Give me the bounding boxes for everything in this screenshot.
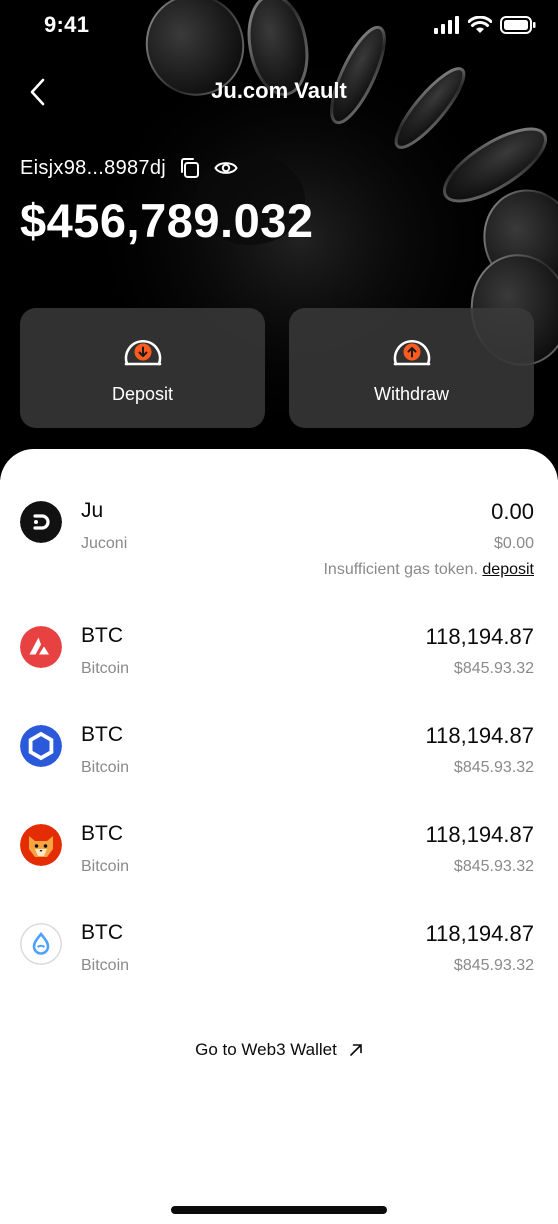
vault-header: 9:41 Ju.com Vault Eisjx98...8987dj $456,…: [0, 0, 558, 480]
asset-fiat-value: $845.93.32: [453, 759, 534, 776]
copy-button[interactable]: [178, 156, 202, 180]
battery-icon: [500, 16, 536, 34]
deposit-button[interactable]: Deposit: [20, 308, 265, 428]
asset-name: Bitcoin: [81, 660, 130, 677]
asset-fiat-value: $0.00: [493, 535, 534, 552]
withdraw-button[interactable]: Withdraw: [289, 308, 534, 428]
page-title: Ju.com Vault: [211, 78, 347, 103]
asset-row-btc-4[interactable]: BTC Bitcoin 118,194.87 $845.93.32: [0, 921, 558, 1001]
asset-fiat-value: $845.93.32: [453, 858, 534, 875]
asset-name: Bitcoin: [81, 759, 130, 776]
wifi-icon: [468, 16, 492, 33]
deposit-label: Deposit: [111, 384, 174, 404]
asset-amount: 0.00: [491, 499, 534, 524]
asset-amount: 118,194.87: [425, 921, 534, 946]
juconi-icon: [20, 501, 62, 543]
nav-bar: Ju.com Vault: [0, 70, 558, 114]
asset-symbol: BTC: [81, 921, 123, 944]
signal-icon: [434, 16, 459, 34]
asset-list-sheet: Ju Juconi 0.00 $0.00 Insufficient gas to…: [0, 449, 558, 1224]
asset-fiat-value: $845.93.32: [453, 660, 534, 677]
asset-amount: 118,194.87: [425, 822, 534, 847]
asset-amount: 118,194.87: [425, 723, 534, 748]
gas-warning: Insufficient gas token. deposit: [323, 561, 534, 579]
asset-row-btc-1[interactable]: BTC Bitcoin 118,194.87 $845.93.32: [0, 624, 558, 704]
gas-deposit-link[interactable]: deposit: [482, 561, 534, 578]
wallet-address: Eisjx98...8987dj: [20, 156, 167, 179]
asset-fiat-value: $845.93.32: [453, 957, 534, 974]
arrow-up-right-icon: [350, 1044, 362, 1056]
asset-amount: 118,194.87: [425, 624, 534, 649]
total-balance: $456,789.032: [20, 194, 314, 247]
asset-row-btc-3[interactable]: BTC Bitcoin 118,194.87 $845.93.32: [0, 822, 558, 902]
chainlink-icon: [20, 725, 62, 767]
web3-wallet-label: Go to Web3 Wallet: [195, 1040, 337, 1059]
asset-name: Juconi: [81, 535, 128, 552]
home-indicator: [171, 1206, 387, 1214]
asset-row-ju[interactable]: Ju Juconi 0.00 $0.00 Insufficient gas to…: [0, 499, 558, 579]
withdraw-icon: [393, 340, 430, 366]
gas-warning-text: Insufficient gas token.: [323, 561, 478, 578]
wallet-address-row: Eisjx98...8987dj: [20, 156, 238, 180]
status-bar: 9:41: [0, 0, 558, 54]
withdraw-label: Withdraw: [373, 384, 449, 404]
asset-symbol: BTC: [81, 624, 123, 647]
deposit-icon: [124, 340, 161, 366]
asset-name: Bitcoin: [81, 858, 130, 875]
asset-symbol: BTC: [81, 723, 123, 746]
web3-wallet-link[interactable]: Go to Web3 Wallet: [0, 1040, 558, 1060]
copy-icon: [181, 158, 200, 178]
status-icons: [434, 16, 536, 34]
sui-icon: [20, 923, 62, 965]
eye-icon: [214, 162, 238, 174]
shiba-icon: [20, 824, 62, 866]
status-time: 9:41: [44, 12, 90, 37]
asset-name: Bitcoin: [81, 957, 130, 974]
avalanche-icon: [20, 626, 62, 668]
asset-symbol: BTC: [81, 822, 123, 845]
toggle-visibility-button[interactable]: [214, 156, 238, 180]
asset-symbol: Ju: [81, 499, 104, 522]
asset-row-btc-2[interactable]: BTC Bitcoin 118,194.87 $845.93.32: [0, 723, 558, 803]
